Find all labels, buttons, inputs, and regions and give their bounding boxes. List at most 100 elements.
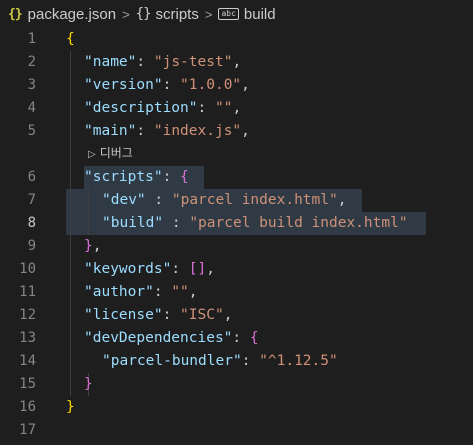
punctuation: : — [163, 215, 190, 231]
bracket: { — [249, 330, 259, 346]
line-number: 13 — [19, 330, 36, 346]
bracket: } — [84, 376, 93, 392]
code-text: "license": "ISC", — [84, 304, 232, 327]
code-line[interactable]: 10 "keywords": [], — [0, 258, 473, 281]
punctuation: , — [337, 192, 347, 208]
debug-codelens[interactable]: ▷ 디버그 — [88, 143, 133, 165]
code-text: }, — [84, 235, 101, 258]
code-line[interactable]: 15} — [0, 373, 473, 396]
punctuation: : — [153, 284, 172, 300]
punctuation: , — [232, 54, 242, 70]
code-line[interactable]: 6 "scripts": { — [0, 166, 473, 189]
code-line[interactable]: 4 "description": "", — [0, 97, 473, 120]
json-string: "" — [214, 100, 233, 116]
code-text: "name": "js-test", — [84, 51, 241, 74]
line-number: 1 — [27, 31, 36, 47]
json-key: "scripts" — [84, 169, 163, 185]
punctuation: : — [162, 77, 181, 93]
json-file-icon: {} — [8, 6, 23, 22]
json-key: "build" — [102, 215, 164, 231]
code-line[interactable]: 12 "license": "ISC", — [0, 304, 473, 327]
code-text: "parcel-bundler": "^1.12.5" — [102, 350, 338, 373]
json-string: "index.js" — [153, 123, 242, 139]
json-string: "ISC" — [180, 307, 224, 323]
line-number: 5 — [27, 123, 36, 139]
code-line[interactable]: 3 "version": "1.0.0", — [0, 74, 473, 97]
json-string: "parcel build index.html" — [189, 215, 408, 231]
code-text: "description": "", — [84, 97, 241, 120]
code-line[interactable]: 7 "dev" : "parcel index.html", — [0, 189, 473, 212]
code-line[interactable]: 2 "name": "js-test", — [0, 51, 473, 74]
punctuation: , — [241, 77, 250, 93]
json-key: "main" — [84, 123, 137, 139]
json-key: "dev" — [102, 192, 146, 208]
string-field-icon: abc — [218, 8, 239, 20]
punctuation: , — [188, 284, 198, 300]
json-key: "author" — [84, 284, 154, 300]
bracket: } — [66, 399, 75, 415]
breadcrumb-file[interactable]: package.json — [28, 6, 116, 23]
line-number: 8 — [27, 215, 36, 231]
json-key: "parcel-bundler" — [102, 353, 242, 369]
code-text: "author": "", — [84, 281, 198, 304]
json-key: "name" — [84, 54, 137, 70]
code-line[interactable]: 1{ — [0, 28, 473, 51]
line-number: 4 — [27, 100, 36, 116]
punctuation: : — [162, 307, 181, 323]
code-line[interactable]: 13 "devDependencies": { — [0, 327, 473, 350]
line-number: 7 — [27, 192, 36, 208]
code-line[interactable]: 14 "parcel-bundler": "^1.12.5" — [0, 350, 473, 373]
json-string: "^1.12.5" — [259, 353, 338, 369]
code-line[interactable]: 9}, — [0, 235, 473, 258]
chevron-right-icon: > — [204, 6, 213, 22]
code-line[interactable]: 11 "author": "", — [0, 281, 473, 304]
punctuation: : — [145, 192, 172, 208]
breadcrumb-build[interactable]: build — [244, 6, 276, 23]
bracket: { — [66, 31, 75, 47]
line-number: 17 — [19, 422, 36, 438]
line-number: 10 — [19, 261, 36, 277]
json-string: "parcel index.html" — [171, 192, 338, 208]
code-text: { — [66, 28, 75, 51]
code-text: "version": "1.0.0", — [84, 74, 250, 97]
line-number: 14 — [19, 353, 36, 369]
code-text: "keywords": [], — [84, 258, 215, 281]
line-number: 6 — [27, 169, 36, 185]
line-number: 15 — [19, 376, 36, 392]
line-number: 16 — [19, 399, 36, 415]
json-string: "" — [171, 284, 189, 300]
punctuation: : — [171, 261, 189, 277]
json-string: "1.0.0" — [180, 77, 242, 93]
code-line[interactable]: 17 — [0, 419, 473, 442]
punctuation: , — [92, 238, 102, 254]
code-text: "scripts": { — [84, 166, 189, 189]
code-text: } — [66, 396, 75, 419]
bracket: [] — [188, 261, 207, 277]
code-line[interactable]: 16} — [0, 396, 473, 419]
punctuation: , — [241, 123, 250, 139]
line-number: 3 — [27, 77, 36, 93]
code-line[interactable]: 5 "main": "index.js", — [0, 120, 473, 143]
code-text: "devDependencies": { — [84, 327, 259, 350]
punctuation: , — [232, 100, 242, 116]
bracket: } — [84, 238, 93, 254]
punctuation: : — [232, 330, 250, 346]
punctuation: : — [197, 100, 215, 116]
json-key: "license" — [84, 307, 163, 323]
breadcrumb-scripts[interactable]: scripts — [156, 6, 199, 23]
code-text: "dev" : "parcel index.html", — [102, 189, 346, 212]
json-key: "devDependencies" — [84, 330, 233, 346]
punctuation: , — [223, 307, 233, 323]
punctuation: : — [136, 123, 154, 139]
code-text: "main": "index.js", — [84, 120, 250, 143]
line-number: 9 — [27, 238, 36, 254]
code-line[interactable]: 8 "build" : "parcel build index.html" — [0, 212, 473, 235]
chevron-right-icon: > — [122, 6, 130, 22]
code-text: "build" : "parcel build index.html" — [102, 212, 408, 235]
object-icon: {} — [135, 6, 152, 22]
debug-codelens-label: 디버그 — [99, 146, 133, 160]
code-text: } — [84, 373, 93, 396]
breadcrumb: {} package.json > {} scripts > abc build — [0, 0, 473, 28]
punctuation: : — [241, 353, 260, 369]
line-number: 11 — [19, 284, 36, 300]
